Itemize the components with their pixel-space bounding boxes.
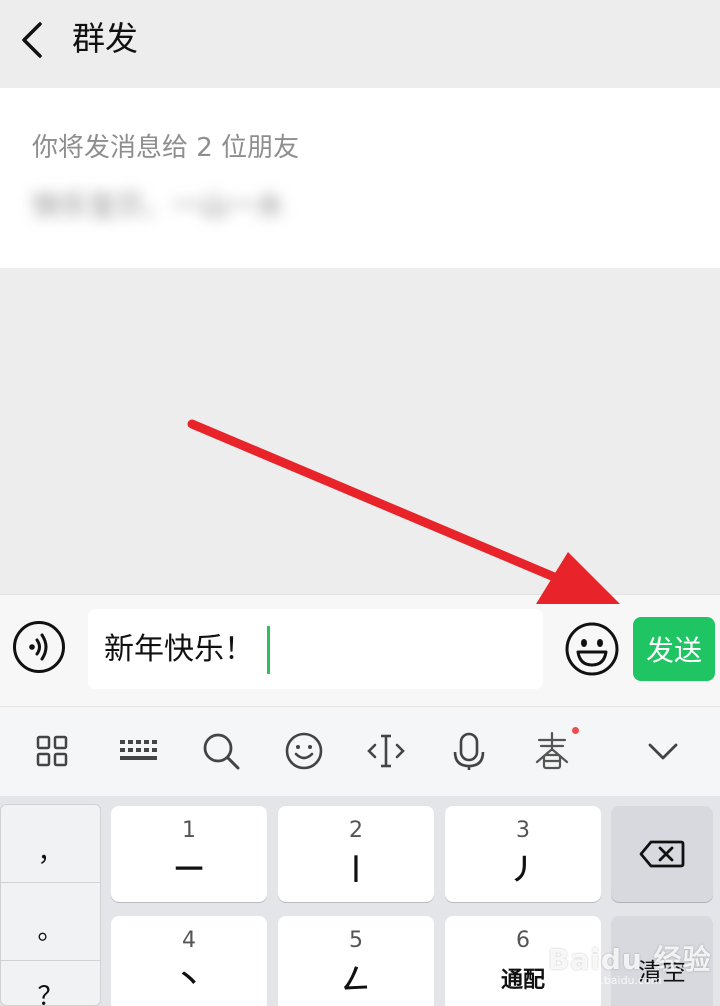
key-stroke: 一 [174, 853, 203, 886]
key-5[interactable]: 5 𠃋 [278, 916, 434, 1006]
key-number: 1 [182, 818, 196, 843]
recipient-hint: 你将发消息给 2 位朋友 [32, 133, 300, 163]
recipient-card [0, 88, 720, 268]
message-text: 新年快乐！ [104, 632, 254, 667]
symbol-divider [0, 882, 101, 883]
search-icon[interactable] [198, 728, 244, 774]
keyboard-toolbar [0, 706, 720, 796]
symbol-key-comma[interactable]: ， [0, 832, 101, 869]
symbol-divider [0, 960, 101, 961]
key-2[interactable]: 2 丨 [278, 806, 434, 902]
key-stroke: 𠃋 [341, 963, 370, 996]
backspace-key[interactable] [611, 806, 713, 902]
key-number: 3 [516, 818, 530, 843]
smiley-icon[interactable] [281, 728, 327, 774]
backspace-icon [639, 840, 685, 868]
grid-icon[interactable] [29, 728, 75, 774]
recipient-names: 快乐宝贝、一山一水 [32, 189, 285, 222]
microphone-icon[interactable] [446, 728, 492, 774]
symbol-key-question[interactable]: ？ [0, 976, 101, 1006]
key-number: 5 [349, 928, 363, 953]
symbol-key-period[interactable]: 。 [0, 910, 101, 947]
keyboard-icon[interactable] [115, 728, 161, 774]
key-3[interactable]: 3 丿 [445, 806, 601, 902]
emoji-icon [565, 622, 619, 676]
back-button[interactable] [14, 20, 50, 60]
voice-icon [13, 621, 65, 673]
voice-input-button[interactable] [12, 620, 66, 674]
watermark-url: jingyan.baidu.com [560, 974, 662, 987]
key-number: 2 [349, 818, 363, 843]
key-stroke: 丨 [341, 853, 370, 886]
chevron-down-icon[interactable] [640, 728, 686, 774]
text-caret [267, 626, 270, 674]
watermark: Baidu 经验 [548, 943, 712, 976]
key-stroke: 丶 [174, 963, 203, 996]
notification-dot [572, 727, 579, 734]
page-title: 群发 [72, 19, 138, 58]
spring-festival-icon[interactable] [529, 728, 575, 774]
chevron-left-icon [22, 22, 42, 58]
send-button[interactable]: 发送 [633, 617, 715, 681]
emoji-button[interactable] [564, 621, 620, 677]
key-1[interactable]: 1 一 [111, 806, 267, 902]
key-4[interactable]: 4 丶 [111, 916, 267, 1006]
text-cursor-icon[interactable] [363, 728, 409, 774]
key-stroke: 丿 [508, 853, 537, 886]
key-number: 4 [182, 928, 196, 953]
